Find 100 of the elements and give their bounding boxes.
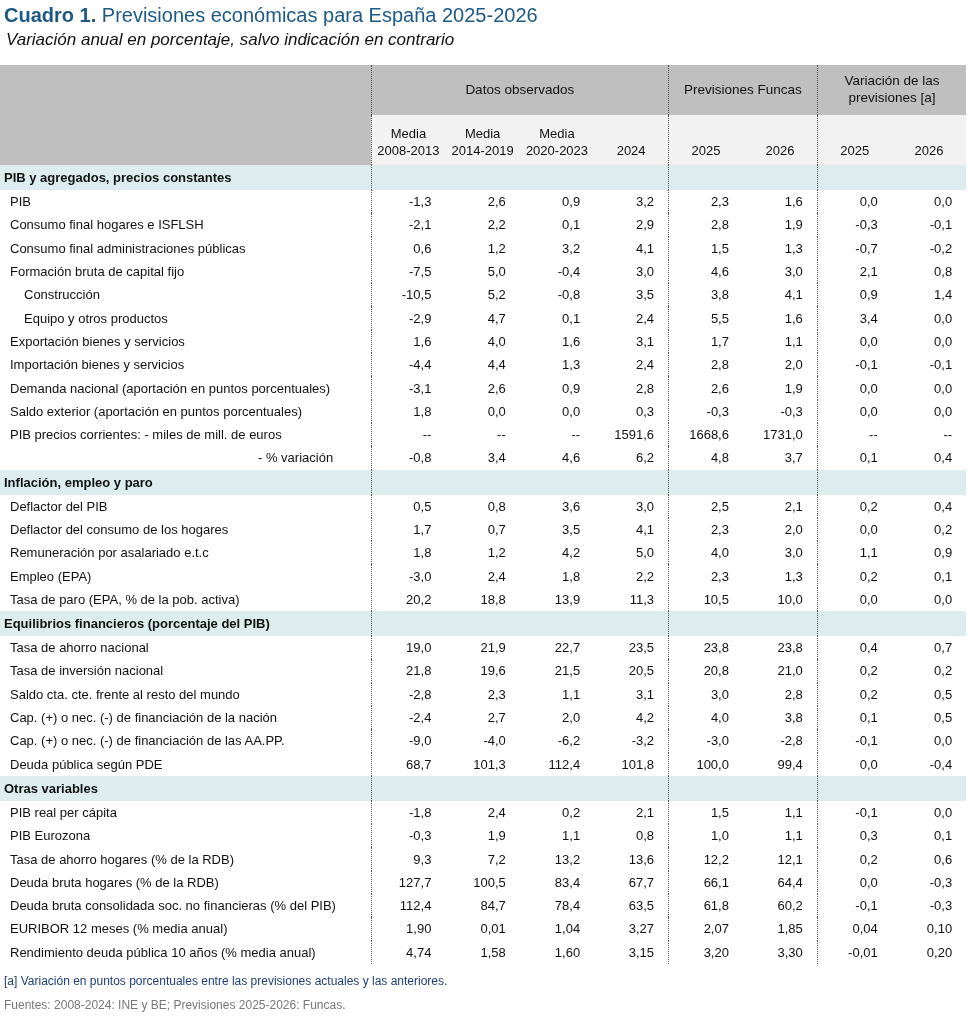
table-cell: 0,6 bbox=[934, 851, 953, 867]
table-cell: 12,1 bbox=[777, 851, 803, 867]
table-cell: -0,1 bbox=[929, 217, 953, 233]
table-cell: 3,8 bbox=[784, 710, 803, 726]
table-cell: 0,0 bbox=[859, 874, 878, 890]
table-cell: 0,0 bbox=[934, 380, 953, 396]
section-header: Inflación, empleo y paro bbox=[4, 474, 153, 490]
table-cell: 1,6 bbox=[784, 310, 803, 326]
table-cell: 1,4 bbox=[934, 287, 953, 303]
table-cell: 1668,6 bbox=[689, 427, 729, 443]
row-label: Tasa de inversión nacional bbox=[10, 663, 164, 679]
table-cell: 2,8 bbox=[636, 380, 655, 396]
table-cell: 4,4 bbox=[487, 357, 506, 373]
table-cell: -0,8 bbox=[409, 450, 432, 466]
table-cell: -0,3 bbox=[780, 403, 803, 419]
table-cell: -7,5 bbox=[409, 264, 432, 280]
table-cell: 21,0 bbox=[777, 663, 803, 679]
row-label: - % variación bbox=[258, 450, 334, 466]
table-cell: 2,6 bbox=[487, 194, 506, 210]
table-cell: 1,6 bbox=[562, 333, 581, 349]
row-label: Empleo (EPA) bbox=[10, 568, 92, 584]
table-cell: 5,2 bbox=[487, 287, 506, 303]
table-cell: 0,2 bbox=[859, 663, 878, 679]
table-cell: 3,2 bbox=[636, 194, 655, 210]
table-cell: 19,6 bbox=[480, 663, 506, 679]
table-cell: 2,6 bbox=[710, 380, 729, 396]
table-cell: -3,1 bbox=[409, 380, 432, 396]
section-header: PIB y agregados, precios constantes bbox=[4, 170, 232, 185]
table-cell: 64,4 bbox=[777, 874, 803, 890]
table-cell: 3,4 bbox=[859, 310, 878, 326]
row-label: Cap. (+) o nec. (-) de financiación de la nación bbox=[10, 710, 277, 726]
table-cell: 0,0 bbox=[859, 333, 878, 349]
table-cell: 1,9 bbox=[784, 380, 803, 396]
table-cell: -0,1 bbox=[855, 357, 878, 373]
table-cell: 0,2 bbox=[562, 804, 581, 820]
table-cell: 3,0 bbox=[636, 498, 655, 514]
table-cell: 3,1 bbox=[636, 333, 655, 349]
table-cell: 3,0 bbox=[784, 545, 803, 561]
table-cell: 1731,0 bbox=[763, 427, 803, 443]
table-cell: 1,2 bbox=[487, 545, 506, 561]
table-cell: 0,1 bbox=[934, 568, 953, 584]
table-cell: 3,2 bbox=[562, 240, 581, 256]
table-cell: 0,4 bbox=[859, 640, 878, 656]
table-cell: 11,3 bbox=[629, 591, 655, 607]
source-note: Fuentes: 2008-2024: INE y BE; Previsiones 2025-2026: Funcas. bbox=[4, 997, 347, 1012]
table-cell: 127,7 bbox=[398, 874, 432, 890]
row-label: Tasa de paro (EPA, % de la pob. activa) bbox=[10, 591, 240, 607]
table-cell: 3,30 bbox=[777, 944, 803, 960]
table-cell: 22,7 bbox=[554, 640, 581, 656]
row-label: Cap. (+) o nec. (-) de financiación de las AA.PP. bbox=[10, 733, 285, 749]
table-cell: 23,5 bbox=[628, 640, 655, 656]
table-cell: 1,1 bbox=[859, 545, 878, 561]
table-cell: 2,0 bbox=[562, 710, 581, 726]
table-cell: 2,8 bbox=[710, 357, 729, 373]
table-cell: -0,2 bbox=[929, 240, 953, 256]
table-cell: -4,0 bbox=[483, 733, 506, 749]
table-cell: 4,0 bbox=[487, 333, 506, 349]
table-cell: -0,4 bbox=[929, 756, 953, 772]
table-cell: 20,5 bbox=[628, 663, 655, 679]
table-cell: 1,1 bbox=[784, 333, 803, 349]
table-cell: 3,0 bbox=[636, 264, 655, 280]
table-cell: 1,3 bbox=[784, 240, 803, 256]
table-cell: 1,1 bbox=[784, 804, 803, 820]
table-cell: 4,8 bbox=[710, 450, 729, 466]
table-cell: 3,5 bbox=[636, 287, 655, 303]
table-cell: 0,0 bbox=[934, 403, 953, 419]
table-cell: 2,4 bbox=[636, 357, 655, 373]
table-cell: 83,4 bbox=[554, 874, 581, 890]
column-header: 2024 bbox=[616, 143, 646, 159]
table-cell: 3,27 bbox=[628, 921, 655, 937]
row-label: Construcción bbox=[24, 287, 100, 303]
table-cell: 1,8 bbox=[562, 568, 581, 584]
table-cell: 67,7 bbox=[628, 874, 655, 890]
table-cell: 0,0 bbox=[859, 194, 878, 210]
table-cell: 0,0 bbox=[934, 733, 953, 749]
table-cell: -- bbox=[869, 427, 878, 443]
row-label: PIB real per cápita bbox=[10, 804, 117, 820]
table-cell: 1,1 bbox=[784, 828, 803, 844]
table-cell: 2,7 bbox=[487, 710, 506, 726]
table-cell: 18,8 bbox=[480, 591, 506, 607]
table-cell: 0,20 bbox=[926, 944, 953, 960]
table-cell: 5,5 bbox=[710, 310, 729, 326]
table-cell: -10,5 bbox=[401, 287, 432, 303]
table-cell: 2,0 bbox=[784, 522, 803, 537]
table-cell: 1,0 bbox=[710, 828, 729, 844]
table-cell: 0,1 bbox=[934, 828, 953, 844]
footnote: [a] Variación en puntos porcentuales entre las previsiones actuales y las anteriores. bbox=[4, 973, 449, 988]
table-cell: -6,2 bbox=[557, 733, 581, 749]
table-cell: 1,7 bbox=[413, 522, 432, 537]
table-cell: 84,7 bbox=[480, 898, 506, 914]
table-cell: 3,4 bbox=[487, 450, 506, 466]
table-cell: 0,2 bbox=[859, 498, 878, 514]
table-cell: -0,7 bbox=[855, 240, 878, 256]
table-cell: -1,8 bbox=[409, 804, 432, 820]
table-cell: 0,0 bbox=[859, 403, 878, 419]
table-cell: 1,5 bbox=[710, 240, 729, 256]
table-cell: 3,0 bbox=[784, 264, 803, 280]
table-cell: 0,9 bbox=[562, 194, 581, 210]
table-cell: 0,8 bbox=[934, 264, 953, 280]
table-cell: 68,7 bbox=[406, 756, 432, 772]
